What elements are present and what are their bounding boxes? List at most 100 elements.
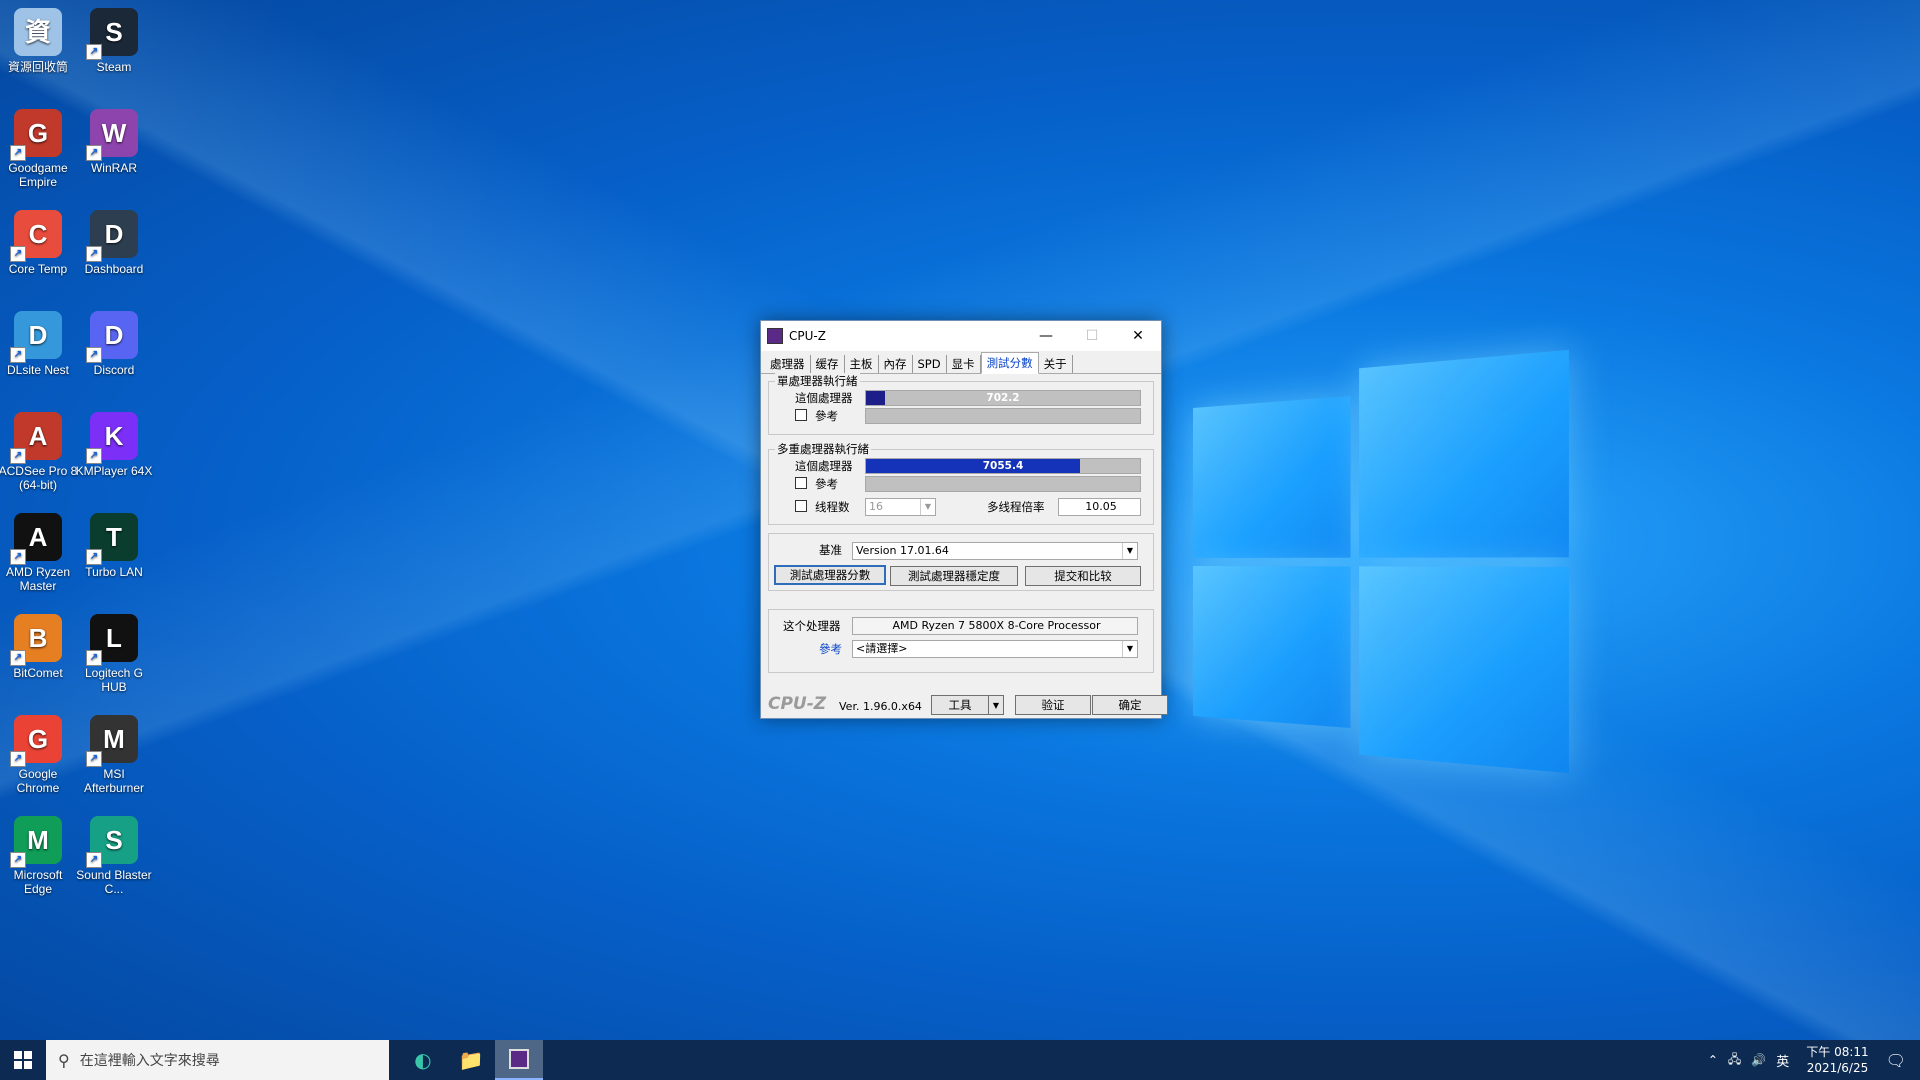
tab-cpu[interactable]: 處理器 <box>765 355 811 373</box>
tab-spd[interactable]: SPD <box>913 355 947 373</box>
single-this-label: 這個處理器 <box>795 390 853 406</box>
desktop-icon[interactable]: S ↗ Sound Blaster C... <box>74 816 154 896</box>
acdsee-icon: A ↗ <box>14 412 62 460</box>
reference-select[interactable]: <請選擇> ▼ <box>852 640 1138 658</box>
desktop-icon[interactable]: S ↗ Steam <box>74 8 154 74</box>
desktop-icon[interactable]: L ↗ Logitech G HUB <box>74 614 154 694</box>
taskbar-file-explorer[interactable]: 📁 <box>447 1040 495 1080</box>
desktop-icon[interactable]: D ↗ DLsite Nest <box>0 311 78 377</box>
tab-graphics[interactable]: 显卡 <box>947 355 981 373</box>
tab-memory[interactable]: 內存 <box>879 355 913 373</box>
desktop-icon-label: ACDSee Pro 8 (64-bit) <box>0 464 78 492</box>
desktop-icon[interactable]: D ↗ Dashboard <box>74 210 154 276</box>
minimize-button[interactable]: — <box>1023 321 1069 351</box>
single-thread-group: 單處理器執行緒 這個處理器 702.2 參考 <box>768 381 1154 435</box>
steam-icon: S ↗ <box>90 8 138 56</box>
taskbar-edge[interactable]: ◐ <box>399 1040 447 1080</box>
title-bar[interactable]: CPU-Z — ☐ ✕ <box>761 321 1161 351</box>
validate-button[interactable]: 验证 <box>1015 695 1091 715</box>
desktop-icon[interactable]: M ↗ Microsoft Edge <box>0 816 78 896</box>
stress-cpu-button[interactable]: 測試處理器穩定度 <box>890 566 1018 586</box>
desktop-icon[interactable]: C ↗ Core Temp <box>0 210 78 276</box>
desktop-icon[interactable]: A ↗ AMD Ryzen Master <box>0 513 78 593</box>
clock[interactable]: 下午 08:11 2021/6/25 <box>1806 1044 1868 1076</box>
tools-dropdown[interactable]: ▼ <box>988 695 1004 715</box>
close-button[interactable]: ✕ <box>1115 321 1161 351</box>
desktop-icon[interactable]: K ↗ KMPlayer 64X <box>74 412 154 478</box>
processor-group: 这个处理器 AMD Ryzen 7 5800X 8-Core Processor… <box>768 609 1154 673</box>
desktop-icon-label: Google Chrome <box>0 767 78 795</box>
network-icon[interactable]: 🖧 <box>1728 1050 1741 1071</box>
desktop-icon[interactable]: A ↗ ACDSee Pro 8 (64-bit) <box>0 412 78 492</box>
tab-bench[interactable]: 測試分數 <box>981 352 1039 374</box>
tools-button[interactable]: 工具 <box>931 695 989 715</box>
bench-cpu-button[interactable]: 測試處理器分數 <box>774 565 886 585</box>
goodgame-empire-icon: G ↗ <box>14 109 62 157</box>
shortcut-arrow-icon: ↗ <box>10 347 26 363</box>
start-button[interactable] <box>0 1040 46 1080</box>
shortcut-arrow-icon: ↗ <box>10 246 26 262</box>
system-tray: ⌃ 🖧 🔊 英 下午 08:11 2021/6/25 🗨 <box>1703 1040 1920 1080</box>
desktop-icon-label: AMD Ryzen Master <box>0 565 78 593</box>
tab-mainboard[interactable]: 主板 <box>845 355 879 373</box>
clock-date: 2021/6/25 <box>1806 1060 1868 1076</box>
threads-checkbox[interactable] <box>795 500 807 512</box>
threads-select[interactable]: 16 ▼ <box>865 498 936 516</box>
thread-ratio-label: 多线程倍率 <box>987 499 1045 515</box>
shortcut-arrow-icon: ↗ <box>10 650 26 666</box>
benchmark-version-select[interactable]: Version 17.01.64 ▼ <box>852 542 1138 560</box>
notification-icon[interactable]: 🗨 <box>1886 1051 1906 1070</box>
desktop-icon-label: 資源回收筒 <box>0 60 78 74</box>
single-ref-label: 參考 <box>815 408 838 424</box>
kmplayer-icon: K ↗ <box>90 412 138 460</box>
logitech-g-hub-icon: L ↗ <box>90 614 138 662</box>
desktop-icon-label: KMPlayer 64X <box>74 464 154 478</box>
chevron-up-icon[interactable]: ⌃ <box>1708 1053 1718 1067</box>
desktop-icon-label: Discord <box>74 363 154 377</box>
cpuz-logo: CPU-Z <box>768 694 826 714</box>
desktop-icon[interactable]: D ↗ Discord <box>74 311 154 377</box>
desktop-icon-label: WinRAR <box>74 161 154 175</box>
ok-button[interactable]: 确定 <box>1092 695 1168 715</box>
desktop-icon[interactable]: 資資源回收筒 <box>0 8 78 74</box>
desktop-icon-label: MSI Afterburner <box>74 767 154 795</box>
single-ref-checkbox[interactable] <box>795 409 807 421</box>
this-processor-label: 这个处理器 <box>783 618 841 634</box>
windows-start-icon <box>14 1051 32 1069</box>
desktop-icon-label: Core Temp <box>0 262 78 276</box>
multi-this-value: 7055.4 <box>866 459 1140 473</box>
chevron-down-icon: ▼ <box>1122 543 1137 559</box>
shortcut-arrow-icon: ↗ <box>86 347 102 363</box>
taskbar-cpuz[interactable] <box>495 1040 543 1080</box>
tab-about[interactable]: 关于 <box>1039 355 1073 373</box>
desktop-icon[interactable]: G ↗ Goodgame Empire <box>0 109 78 189</box>
multi-this-bar: 7055.4 <box>865 458 1141 474</box>
turbo-lan-icon: T ↗ <box>90 513 138 561</box>
desktop-icon-label: Goodgame Empire <box>0 161 78 189</box>
ime-indicator[interactable]: 英 <box>1776 1051 1789 1070</box>
folder-icon: 📁 <box>459 1048 484 1072</box>
desktop-icon[interactable]: T ↗ Turbo LAN <box>74 513 154 579</box>
shortcut-arrow-icon: ↗ <box>86 751 102 767</box>
single-this-value: 702.2 <box>866 391 1140 405</box>
desktop-icon[interactable]: M ↗ MSI Afterburner <box>74 715 154 795</box>
desktop-icon[interactable]: G ↗ Google Chrome <box>0 715 78 795</box>
shortcut-arrow-icon: ↗ <box>10 751 26 767</box>
shortcut-arrow-icon: ↗ <box>86 549 102 565</box>
tab-bar: 處理器 缓存 主板 內存 SPD 显卡 測試分數 关于 <box>761 351 1161 374</box>
shortcut-arrow-icon: ↗ <box>86 145 102 161</box>
edge-icon: ◐ <box>414 1048 431 1072</box>
taskbar: ⚲ 在這裡輸入文字來搜尋 ◐ 📁 ⌃ 🖧 🔊 英 下午 08:11 2021/6… <box>0 1040 1920 1080</box>
submit-compare-button[interactable]: 提交和比较 <box>1025 566 1141 586</box>
maximize-button[interactable]: ☐ <box>1069 321 1115 351</box>
desktop-icon[interactable]: B ↗ BitComet <box>0 614 78 680</box>
core-temp-icon: C ↗ <box>14 210 62 258</box>
multi-ref-checkbox[interactable] <box>795 477 807 489</box>
threads-label: 线程数 <box>815 499 850 515</box>
taskbar-search-box[interactable]: ⚲ 在這裡輸入文字來搜尋 <box>46 1040 389 1080</box>
tab-caches[interactable]: 缓存 <box>811 355 845 373</box>
dashboard-icon: D ↗ <box>90 210 138 258</box>
volume-icon[interactable]: 🔊 <box>1751 1053 1766 1067</box>
shortcut-arrow-icon: ↗ <box>86 44 102 60</box>
desktop-icon[interactable]: W ↗ WinRAR <box>74 109 154 175</box>
